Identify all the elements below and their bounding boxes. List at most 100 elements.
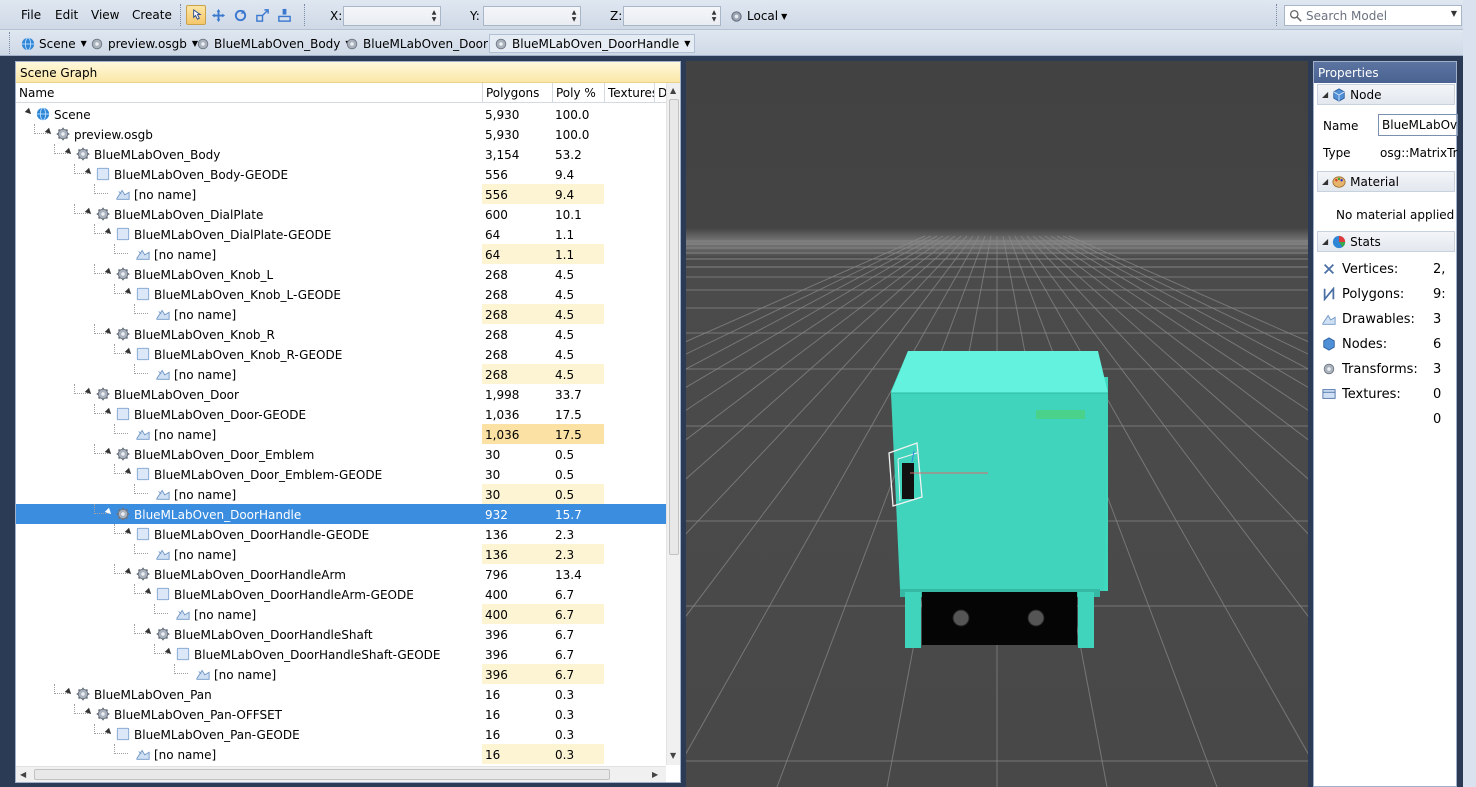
x-coordinate-input[interactable]: ▲ ▼ xyxy=(343,6,441,26)
tree-row[interactable]: BlueMLabOven_DoorHandleShaft-GEODE 396 6.7 xyxy=(16,644,666,664)
expand-toggle-icon[interactable] xyxy=(104,507,114,517)
name-field[interactable]: BlueMLabOven_DoorHandle xyxy=(1378,114,1458,136)
tree-row[interactable]: BlueMLabOven_Door_Emblem 30 0.5 xyxy=(16,444,666,464)
menu-file[interactable]: File xyxy=(21,8,41,22)
search-model-input[interactable]: Search Model ▼ xyxy=(1284,5,1462,26)
material-section-header[interactable]: ◢ Material xyxy=(1317,171,1455,192)
expand-toggle-icon[interactable] xyxy=(84,387,94,397)
scale-tool-button[interactable] xyxy=(252,5,272,25)
expand-toggle-icon[interactable] xyxy=(104,407,114,417)
horizontal-scrollbar[interactable]: ◀ ▶ xyxy=(16,766,666,782)
scroll-up-icon[interactable]: ▲ xyxy=(670,86,676,95)
expand-toggle-icon[interactable] xyxy=(104,227,114,237)
tree-row[interactable]: BlueMLabOven_DoorHandleArm-GEODE 400 6.7 xyxy=(16,584,666,604)
tree-row[interactable]: Scene 5,930 100.0 xyxy=(16,104,666,124)
cell-poly-pct: 4.5 xyxy=(555,328,575,342)
coordinate-space-dropdown[interactable]: Local ▼ xyxy=(729,6,789,26)
expand-toggle-icon[interactable] xyxy=(84,207,94,217)
tree-row[interactable]: BlueMLabOven_Knob_L 268 4.5 xyxy=(16,264,666,284)
tree-row[interactable]: [no name] 136 2.3 xyxy=(16,544,666,564)
menu-edit[interactable]: Edit xyxy=(55,8,78,22)
tree-row[interactable]: BlueMLabOven_Door_Emblem-GEODE 30 0.5 xyxy=(16,464,666,484)
expand-toggle-icon[interactable] xyxy=(164,647,174,657)
3d-viewport[interactable] xyxy=(686,61,1308,787)
breadcrumb-scene[interactable]: Scene ▼ xyxy=(21,34,87,53)
z-spinner[interactable]: ▲ ▼ xyxy=(710,9,718,23)
expand-toggle-icon[interactable] xyxy=(64,687,74,697)
expand-toggle-icon[interactable] xyxy=(144,627,154,637)
expand-toggle-icon[interactable] xyxy=(104,447,114,457)
vertical-scrollbar[interactable]: ▲ ▼ xyxy=(666,83,680,765)
tree-row[interactable]: [no name] 556 9.4 xyxy=(16,184,666,204)
tree-row[interactable]: BlueMLabOven_Pan-OFFSET 16 0.3 xyxy=(16,704,666,724)
scroll-left-icon[interactable]: ◀ xyxy=(20,770,26,779)
tree-row[interactable]: [no name] 1,036 17.5 xyxy=(16,424,666,444)
expand-toggle-icon[interactable] xyxy=(104,327,114,337)
tree-row[interactable]: BlueMLabOven_Body 3,154 53.2 xyxy=(16,144,666,164)
rotate-tool-button[interactable] xyxy=(230,5,250,25)
stats-section-header[interactable]: ◢ Stats xyxy=(1317,231,1455,252)
expand-toggle-icon[interactable] xyxy=(44,127,54,137)
column-textures[interactable]: Textures xyxy=(605,83,655,103)
expand-toggle-icon[interactable] xyxy=(144,587,154,597)
tree-row[interactable]: [no name] 16 0.3 xyxy=(16,744,666,764)
cell-name: [no name] xyxy=(16,744,482,764)
expand-toggle-icon[interactable] xyxy=(104,267,114,277)
column-name[interactable]: Name xyxy=(16,83,483,103)
menu-view[interactable]: View xyxy=(91,8,119,22)
node-section-header[interactable]: ◢ Node xyxy=(1317,84,1455,105)
expand-toggle-icon[interactable] xyxy=(124,347,134,357)
tree-row[interactable]: BlueMLabOven_Knob_R-GEODE 268 4.5 xyxy=(16,344,666,364)
expand-toggle-icon[interactable] xyxy=(84,167,94,177)
breadcrumb-body[interactable]: BlueMLabOven_Body ▼ xyxy=(196,34,352,53)
expand-toggle-icon[interactable] xyxy=(124,287,134,297)
tree-row[interactable]: BlueMLabOven_Pan-GEODE 16 0.3 xyxy=(16,724,666,744)
tree-row[interactable]: BlueMLabOven_DoorHandle 932 15.7 xyxy=(16,504,666,524)
tree-row[interactable]: BlueMLabOven_DialPlate-GEODE 64 1.1 xyxy=(16,224,666,244)
breadcrumb-doorhandle[interactable]: BlueMLabOven_DoorHandle ▼ xyxy=(489,34,696,53)
chevron-down-icon[interactable]: ▼ xyxy=(1451,9,1457,18)
column-poly-pct[interactable]: Poly % xyxy=(553,83,605,103)
pivot-tool-button[interactable] xyxy=(274,5,294,25)
tree-row[interactable]: [no name] 268 4.5 xyxy=(16,304,666,324)
tree-row[interactable]: [no name] 396 6.7 xyxy=(16,664,666,684)
tree-row[interactable]: [no name] 30 0.5 xyxy=(16,484,666,504)
tree-row[interactable]: preview.osgb 5,930 100.0 xyxy=(16,124,666,144)
scrollbar-thumb[interactable] xyxy=(669,99,679,555)
expand-toggle-icon[interactable] xyxy=(124,527,134,537)
expand-toggle-icon[interactable] xyxy=(104,727,114,737)
tree-row[interactable]: BlueMLabOven_DoorHandleShaft 396 6.7 xyxy=(16,624,666,644)
tree-row[interactable]: BlueMLabOven_Knob_L-GEODE 268 4.5 xyxy=(16,284,666,304)
y-spinner[interactable]: ▲ ▼ xyxy=(570,9,578,23)
tree-row[interactable]: BlueMLabOven_DoorHandleArm 796 13.4 xyxy=(16,564,666,584)
tree-row[interactable]: [no name] 268 4.5 xyxy=(16,364,666,384)
tree-row[interactable]: BlueMLabOven_Door 1,998 33.7 xyxy=(16,384,666,404)
move-tool-button[interactable] xyxy=(208,5,228,25)
breadcrumb-door[interactable]: BlueMLabOven_Door ▼ xyxy=(345,34,499,53)
column-polygons[interactable]: Polygons xyxy=(483,83,553,103)
expand-toggle-icon[interactable] xyxy=(24,107,34,117)
tree-row[interactable]: BlueMLabOven_DoorHandle-GEODE 136 2.3 xyxy=(16,524,666,544)
tree-row[interactable]: BlueMLabOven_DialPlate 600 10.1 xyxy=(16,204,666,224)
tree-row[interactable]: [no name] 64 1.1 xyxy=(16,244,666,264)
expand-toggle-icon[interactable] xyxy=(124,467,134,477)
menu-create[interactable]: Create xyxy=(132,8,172,22)
breadcrumb-preview[interactable]: preview.osgb ▼ xyxy=(90,34,198,53)
expand-toggle-icon[interactable] xyxy=(84,707,94,717)
drawable-icon xyxy=(156,307,170,321)
expand-toggle-icon[interactable] xyxy=(64,147,74,157)
scrollbar-thumb[interactable] xyxy=(34,769,610,780)
tree-row[interactable]: BlueMLabOven_Body-GEODE 556 9.4 xyxy=(16,164,666,184)
scroll-right-icon[interactable]: ▶ xyxy=(652,770,658,779)
expand-toggle-icon[interactable] xyxy=(124,567,134,577)
x-spinner[interactable]: ▲ ▼ xyxy=(430,9,438,23)
z-coordinate-input[interactable]: ▲ ▼ xyxy=(623,6,721,26)
select-tool-button[interactable] xyxy=(186,5,206,25)
tree-row[interactable]: [no name] 400 6.7 xyxy=(16,604,666,624)
tree-row[interactable]: BlueMLabOven_Door-GEODE 1,036 17.5 xyxy=(16,404,666,424)
tree-row[interactable]: BlueMLabOven_Pan 16 0.3 xyxy=(16,684,666,704)
y-coordinate-input[interactable]: ▲ ▼ xyxy=(483,6,581,26)
tree-row[interactable]: BlueMLabOven_Knob_R 268 4.5 xyxy=(16,324,666,344)
drawable-icon xyxy=(156,487,170,501)
scroll-down-icon[interactable]: ▼ xyxy=(670,751,676,760)
